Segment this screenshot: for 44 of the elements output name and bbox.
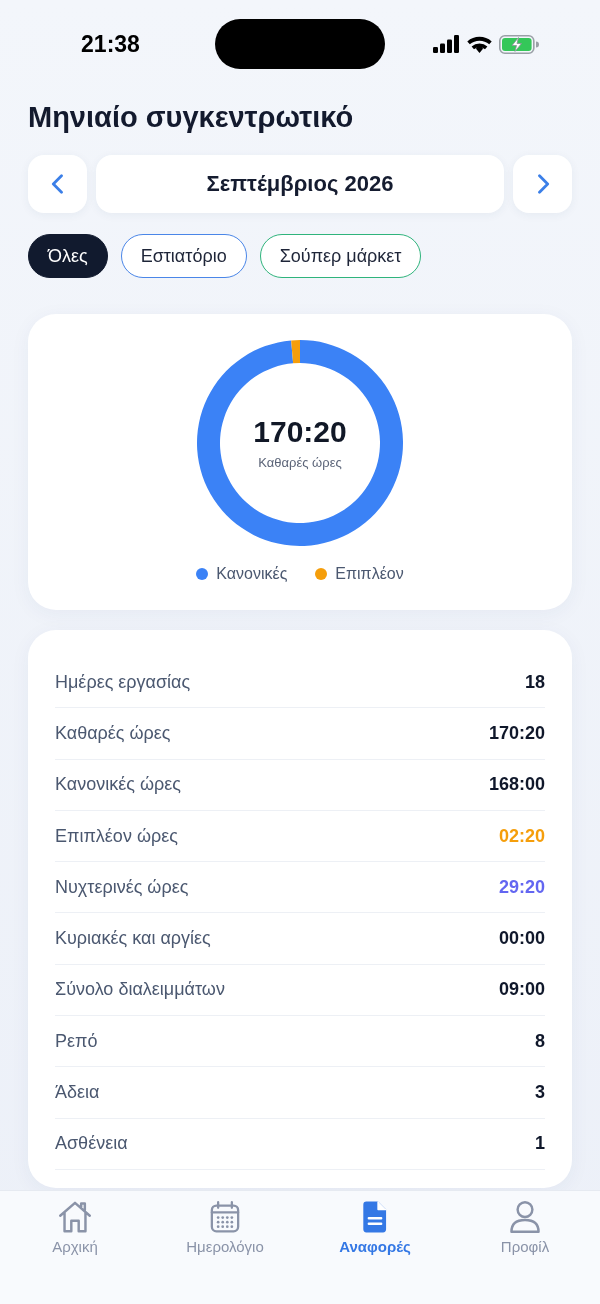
status-time: 21:38 [81, 30, 140, 58]
chevron-right-icon [535, 174, 550, 194]
filter-chip[interactable]: Εστιατόριο [120, 234, 247, 278]
stat-value: 09:00 [498, 979, 545, 1001]
battery-icon [498, 34, 539, 54]
next-month-button[interactable] [513, 155, 572, 213]
previous-month-button[interactable] [28, 155, 87, 213]
legend-label: Επιπλέον [335, 564, 404, 584]
tab-bar-item[interactable]: Αρχική [0, 1191, 150, 1257]
stat-label: Ρεπό [55, 1030, 98, 1052]
stat-label: Κανονικές ώρες [55, 774, 181, 796]
stat-value: 29:20 [498, 876, 545, 898]
stat-label: Ασθένεια [55, 1133, 128, 1155]
signal-icon [432, 35, 460, 53]
legend-label: Κανονικές [216, 564, 288, 584]
stat-value: 3 [535, 1082, 545, 1103]
tab-bar-item[interactable]: Ημερολόγιο [150, 1191, 300, 1257]
stat-label: Ημέρες εργασίας [55, 671, 191, 693]
home-icon [59, 1201, 91, 1233]
stat-value: 02:20 [498, 825, 545, 847]
filter-chip[interactable]: Όλες [28, 234, 108, 278]
total-hours-label: Καθαρές ώρες [258, 454, 342, 472]
page-title: Μηνιαίο συγκεντρωτικό [28, 100, 355, 135]
stat-label: Σύνολο διαλειμμάτων [55, 979, 225, 1001]
person-icon [509, 1201, 541, 1233]
calendar-icon [209, 1201, 241, 1233]
total-hours-value: 170:20 [253, 414, 347, 450]
stat-value: 18 [524, 671, 545, 693]
stat-value: 170:20 [488, 722, 545, 744]
chevron-left-icon [50, 174, 65, 194]
tab-bar-item[interactable]: Προφίλ [450, 1191, 600, 1257]
month-display: Σεπτέμβριος 2026 [96, 155, 504, 213]
stat-label: Κυριακές και αργίες [55, 928, 211, 950]
stat-label: Νυχτερινές ώρες [55, 876, 189, 898]
stat-label: Άδεια [55, 1082, 100, 1103]
filter-chip[interactable]: Σούπερ μάρκετ [259, 234, 422, 278]
wifi-icon [466, 35, 492, 53]
tab-bar-item[interactable]: Αναφορές [300, 1191, 450, 1257]
stat-value: 168:00 [488, 774, 545, 796]
stat-value: 1 [535, 1133, 545, 1155]
stat-value: 8 [535, 1030, 545, 1052]
stat-label: Επιπλέον ώρες [55, 825, 178, 847]
stat-label: Καθαρές ώρες [55, 722, 171, 744]
stat-value: 00:00 [498, 928, 545, 950]
